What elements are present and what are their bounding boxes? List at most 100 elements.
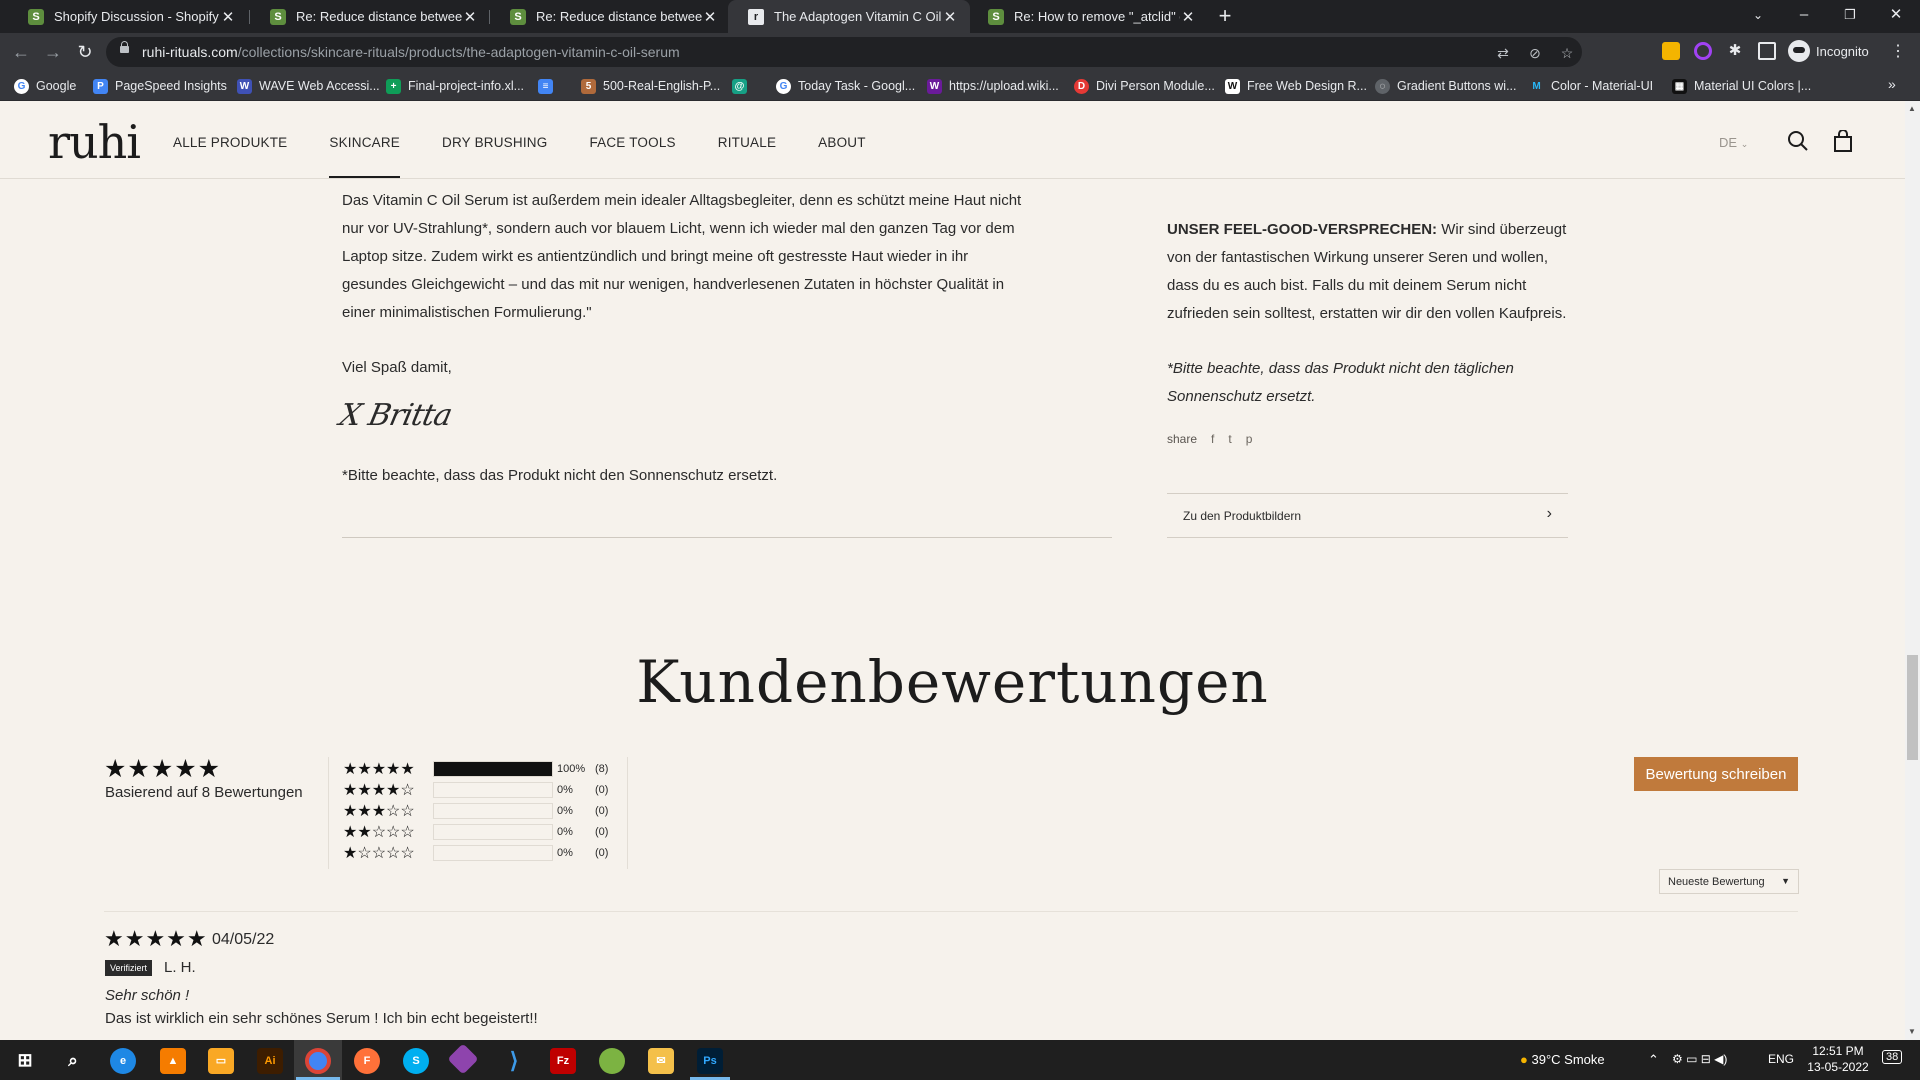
browser-tab[interactable]: S Re: Reduce distance between ima ✕ bbox=[490, 0, 730, 33]
review-date: 04/05/22 bbox=[212, 931, 275, 948]
notification-center-icon[interactable]: 38 bbox=[1882, 1050, 1903, 1064]
close-icon[interactable]: ✕ bbox=[462, 8, 478, 26]
color-picker-extension-icon[interactable] bbox=[1694, 42, 1712, 60]
file-explorer-icon[interactable]: ▭ bbox=[208, 1048, 234, 1074]
bookmark-item[interactable]: P PageSpeed Insights bbox=[93, 77, 227, 95]
nav-dry-brushing[interactable]: DRY BRUSHING bbox=[442, 135, 547, 150]
bookmark-item[interactable]: G Today Task - Googl... bbox=[776, 77, 915, 95]
skype-icon[interactable]: S bbox=[403, 1048, 429, 1074]
histogram-stars: ★★★★★ bbox=[343, 761, 415, 778]
rating-histogram-row[interactable]: ★★★★★ 100% (8) bbox=[343, 760, 608, 778]
write-review-button[interactable]: Bewertung schreiben bbox=[1634, 757, 1798, 791]
bookmark-item[interactable]: D Divi Person Module... bbox=[1074, 77, 1215, 95]
browser-tab-active[interactable]: r The Adaptogen Vitamin C Oil Ser ✕ bbox=[728, 0, 970, 33]
bookmark-item[interactable]: W Free Web Design R... bbox=[1225, 77, 1367, 95]
search-icon[interactable]: ⌕ bbox=[60, 1048, 86, 1074]
to-product-images-link[interactable]: Zu den Produktbildern › bbox=[1167, 493, 1568, 538]
nav-about[interactable]: ABOUT bbox=[818, 135, 866, 150]
page-scrollbar[interactable] bbox=[1905, 101, 1920, 1040]
bookmark-star-icon[interactable]: ☆ bbox=[1558, 44, 1576, 62]
address-bar[interactable]: ruhi-rituals.com/collections/skincare-ri… bbox=[106, 37, 1582, 67]
browser-tab[interactable]: S Shopify Discussion - Shopify Con ✕ bbox=[8, 0, 248, 33]
puzzle-icon[interactable]: ✱ bbox=[1726, 42, 1744, 60]
rating-histogram-row[interactable]: ★☆☆☆☆ 0% (0) bbox=[343, 844, 608, 862]
rating-histogram-row[interactable]: ★★☆☆☆ 0% (0) bbox=[343, 823, 608, 841]
tab-title: Re: How to remove "_atclid" code bbox=[1014, 9, 1180, 24]
site-logo[interactable]: ruhi bbox=[48, 115, 141, 169]
scroll-down-arrow-icon[interactable]: ▼ bbox=[1908, 1027, 1916, 1036]
window-close-button[interactable]: ✕ bbox=[1874, 0, 1918, 33]
url-text[interactable]: ruhi-rituals.com/collections/skincare-ri… bbox=[142, 44, 680, 60]
vlc-icon[interactable]: ▲ bbox=[160, 1048, 186, 1074]
close-icon[interactable]: ✕ bbox=[702, 8, 718, 26]
histogram-percent: 0% bbox=[557, 826, 573, 838]
eye-off-icon[interactable]: ⊘ bbox=[1526, 44, 1544, 62]
bookmark-item[interactable]: ▦ Material UI Colors |... bbox=[1672, 77, 1811, 95]
tray-chevron-icon[interactable]: ⌃ bbox=[1648, 1052, 1659, 1068]
bookmarks-overflow-icon[interactable]: » bbox=[1888, 76, 1896, 92]
nav-rituale[interactable]: RITUALE bbox=[718, 135, 776, 150]
facebook-icon[interactable]: f bbox=[1211, 432, 1214, 446]
shopping-bag-icon[interactable] bbox=[1832, 130, 1854, 152]
new-tab-button[interactable]: + bbox=[1213, 5, 1237, 29]
photoshop-icon[interactable]: Ps bbox=[697, 1048, 723, 1074]
pinterest-icon[interactable]: p bbox=[1246, 432, 1253, 446]
bookmark-item[interactable]: G Google bbox=[14, 77, 76, 95]
verified-badge: Verifiziert bbox=[105, 960, 153, 976]
review-stars: ★★★★★ bbox=[104, 926, 208, 951]
chrome-icon[interactable] bbox=[305, 1048, 331, 1074]
edge-icon[interactable]: e bbox=[110, 1048, 136, 1074]
bookmark-item[interactable]: + Final-project-info.xl... bbox=[386, 77, 524, 95]
histogram-percent: 100% bbox=[557, 763, 586, 775]
minimize-button[interactable]: – bbox=[1782, 0, 1826, 33]
translate-icon[interactable]: ⇄ bbox=[1494, 44, 1512, 62]
review-sort-select[interactable]: Neueste Bewertung ▼ bbox=[1659, 869, 1799, 894]
close-icon[interactable]: ✕ bbox=[220, 8, 236, 26]
scrollbar-thumb[interactable] bbox=[1907, 655, 1918, 760]
forward-icon[interactable]: → bbox=[42, 41, 64, 63]
reload-icon[interactable]: ↻ bbox=[74, 41, 96, 63]
nav-face-tools[interactable]: FACE TOOLS bbox=[589, 135, 675, 150]
illustrator-icon[interactable]: Ai bbox=[257, 1048, 283, 1074]
bookmark-item[interactable]: Whttps://upload.wiki... bbox=[927, 77, 1059, 95]
system-clock[interactable]: 12:51 PM 13-05-2022 bbox=[1798, 1043, 1878, 1075]
extension-icon[interactable] bbox=[1662, 42, 1680, 60]
bookmark-item[interactable]: ≡ bbox=[538, 77, 560, 95]
bookmark-item[interactable]: 5 500-Real-English-P... bbox=[581, 77, 720, 95]
bookmark-item[interactable]: ◌ Gradient Buttons wi... bbox=[1375, 77, 1517, 95]
language-label: DE bbox=[1719, 135, 1738, 150]
web-design-icon: W bbox=[1225, 78, 1240, 94]
bookmark-item[interactable]: W WAVE Web Accessi... bbox=[237, 77, 380, 95]
bookmark-item[interactable]: @ bbox=[732, 77, 754, 95]
nav-skincare[interactable]: SKINCARE bbox=[329, 135, 400, 178]
windows-start-icon[interactable]: ⊞ bbox=[12, 1048, 38, 1074]
firefox-icon[interactable]: F bbox=[354, 1048, 380, 1074]
browser-tab[interactable]: S Re: Reduce distance between ima ✕ bbox=[250, 0, 490, 33]
close-icon[interactable]: ✕ bbox=[1180, 8, 1196, 26]
search-icon[interactable] bbox=[1787, 130, 1809, 152]
filezilla-icon[interactable]: Fz bbox=[550, 1048, 576, 1074]
material-ui-icon: M bbox=[1529, 78, 1544, 94]
close-icon[interactable]: ✕ bbox=[942, 8, 958, 26]
scroll-up-arrow-icon[interactable]: ▲ bbox=[1908, 104, 1916, 113]
twitter-icon[interactable]: t bbox=[1228, 432, 1231, 446]
language-selector[interactable]: DE ⌄ bbox=[1719, 135, 1748, 150]
vscode-icon[interactable]: ⟩ bbox=[501, 1048, 527, 1074]
app-icon[interactable] bbox=[599, 1048, 625, 1074]
side-panel-icon[interactable] bbox=[1758, 42, 1776, 60]
mail-icon[interactable]: ✉ bbox=[648, 1048, 674, 1074]
incognito-badge[interactable]: Incognito bbox=[1788, 39, 1869, 63]
back-icon[interactable]: ← bbox=[10, 41, 32, 63]
rating-histogram-row[interactable]: ★★★☆☆ 0% (0) bbox=[343, 802, 608, 820]
restore-button[interactable]: ❐ bbox=[1828, 0, 1872, 33]
weather-widget[interactable]: ● 39°C Smoke bbox=[1520, 1052, 1605, 1067]
input-language[interactable]: ENG bbox=[1768, 1052, 1794, 1066]
browser-tab[interactable]: S Re: How to remove "_atclid" code ✕ bbox=[968, 0, 1208, 33]
rating-histogram-row[interactable]: ★★★★☆ 0% (0) bbox=[343, 781, 608, 799]
menu-icon[interactable]: ⋮ bbox=[1890, 41, 1906, 61]
nav-alle-produkte[interactable]: ALLE PRODUKTE bbox=[173, 135, 287, 150]
tab-search-icon[interactable]: ⌄ bbox=[1736, 0, 1780, 33]
tray-icons[interactable]: ⚙ ▭ ⊟ ◀) bbox=[1672, 1052, 1727, 1066]
bookmark-item[interactable]: M Color - Material-UI bbox=[1529, 77, 1653, 95]
share-bar: share f t p bbox=[1167, 432, 1252, 446]
